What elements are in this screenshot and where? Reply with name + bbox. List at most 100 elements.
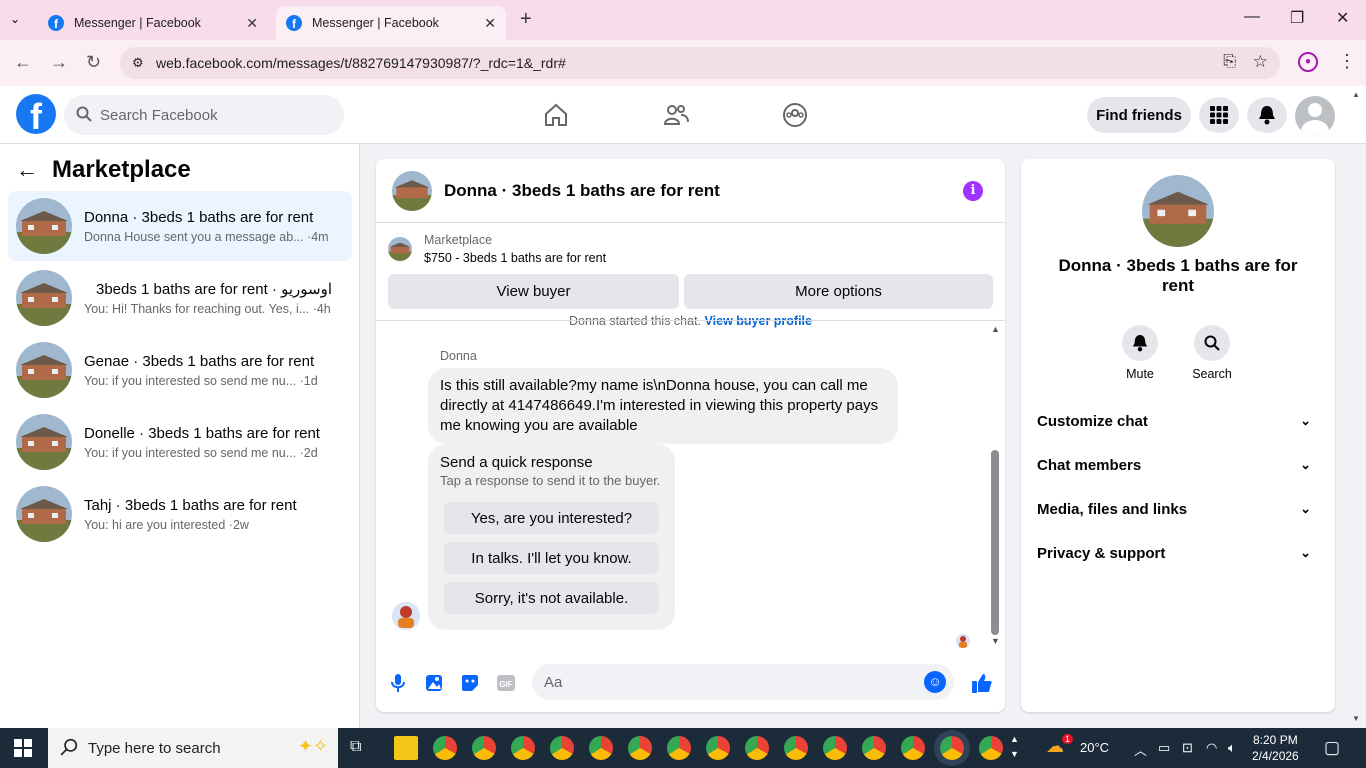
site-info-icon[interactable]: ⚙ (132, 55, 144, 71)
listing-details: $750 - 3beds 1 baths are for rent (424, 251, 607, 265)
customize-chat-section[interactable]: Customize chat ⌄ (1037, 401, 1319, 441)
sidebar-title: Marketplace (52, 156, 191, 183)
profile-icon[interactable]: ● (1298, 52, 1318, 72)
privacy-support-section[interactable]: Privacy & support ⌄ (1037, 533, 1319, 573)
facebook-search-input[interactable]: Search Facebook (64, 95, 344, 135)
back-icon[interactable]: ← (14, 52, 32, 73)
started-text: Donna started this chat. (569, 314, 702, 328)
tab-title: Messenger | Facebook (312, 16, 439, 30)
reload-icon[interactable]: ↻ (86, 52, 101, 73)
wifi-icon[interactable]: ◠ (1206, 740, 1217, 756)
more-options-button[interactable]: More options (684, 274, 993, 309)
chrome-profile-icon[interactable] (901, 736, 925, 760)
chrome-profile-icon[interactable] (628, 736, 652, 760)
view-buyer-profile-link[interactable]: View buyer profile (705, 314, 812, 328)
chrome-profile-icon[interactable] (784, 736, 808, 760)
media-files-links-section[interactable]: Media, files and links ⌄ (1037, 489, 1319, 529)
chrome-icon[interactable] (433, 736, 457, 760)
taskbar-search-input[interactable]: Type here to search ✦✧ (48, 728, 338, 768)
new-tab-icon[interactable]: + (520, 8, 532, 31)
chat-title[interactable]: Donna · 3beds 1 baths are for rent (444, 181, 720, 201)
volume-icon[interactable]: 🔈︎ (1228, 740, 1236, 756)
account-avatar[interactable] (1295, 96, 1335, 136)
show-hidden-icons-icon[interactable]: ︿ (1134, 740, 1147, 759)
device-icon[interactable]: ⊡ (1182, 740, 1193, 756)
address-bar[interactable]: ⚙ web.facebook.com/messages/t/8827691479… (120, 47, 1280, 79)
battery-icon[interactable]: ▭ (1158, 740, 1170, 756)
facebook-logo-icon[interactable]: f (16, 94, 56, 134)
windows-start-icon[interactable] (14, 739, 32, 757)
chrome-profile-icon[interactable] (472, 736, 496, 760)
scroll-down-icon[interactable]: ▼ (991, 636, 1000, 646)
close-window-icon[interactable]: ✕ (1336, 8, 1349, 28)
search-in-chat-button[interactable]: Search (1182, 325, 1242, 381)
page-scroll-down-icon[interactable]: ▼ (1352, 714, 1360, 723)
file-explorer-icon[interactable] (394, 736, 418, 760)
conversation-item[interactable]: Tahj · 3beds 1 baths are for rent You: hi… (8, 479, 352, 549)
groups-icon[interactable] (780, 100, 810, 130)
photo-icon[interactable] (422, 671, 446, 695)
info-icon[interactable]: i (963, 181, 983, 201)
svg-text:GIF: GIF (499, 680, 512, 689)
gif-icon[interactable]: GIF (494, 671, 518, 695)
conversation-title: Genae · 3beds 1 baths are for rent (84, 352, 315, 370)
quick-response-subtitle: Tap a response to send it to the buyer. (440, 473, 661, 488)
quick-response-button[interactable]: In talks. I'll let you know. (444, 542, 659, 574)
conversation-item[interactable]: Donna · 3beds 1 baths are for rent Donna … (8, 191, 352, 261)
taskbar-overflow-icon[interactable]: ▲ ▼ (1010, 732, 1019, 762)
microphone-icon[interactable] (386, 671, 410, 695)
sticker-icon[interactable] (458, 671, 482, 695)
message-bubble: Is this still available?my name is\nDonn… (428, 368, 898, 444)
marketplace-listing[interactable]: Marketplace $750 - 3beds 1 baths are for … (388, 233, 606, 265)
view-buyer-button[interactable]: View buyer (388, 274, 679, 309)
chrome-profile-icon[interactable] (862, 736, 886, 760)
thumbs-up-icon[interactable] (970, 671, 994, 695)
scroll-up-icon[interactable]: ▲ (991, 324, 1000, 334)
quick-response-button[interactable]: Sorry, it's not available. (444, 582, 659, 614)
notifications-bell-icon[interactable] (1247, 97, 1287, 133)
page-scroll-up-icon[interactable]: ▲ (1352, 90, 1360, 99)
chrome-profile-icon[interactable] (745, 736, 769, 760)
chrome-profile-icon[interactable] (667, 736, 691, 760)
system-clock[interactable]: 8:20 PM 2/4/2026 (1252, 732, 1299, 764)
minimize-icon[interactable]: — (1244, 8, 1260, 26)
quick-response-button[interactable]: Yes, are you interested? (444, 502, 659, 534)
chat-avatar[interactable] (392, 170, 432, 211)
browser-tab-active[interactable]: f Messenger | Facebook ✕ (276, 6, 506, 40)
bookmark-star-icon[interactable]: ☆ (1253, 52, 1268, 72)
mute-button[interactable]: Mute (1110, 325, 1170, 381)
browser-tab[interactable]: f Messenger | Facebook ✕ (38, 6, 268, 40)
chrome-profile-icon-active[interactable] (940, 736, 964, 760)
emoji-icon[interactable]: ☺ (924, 671, 946, 693)
tab-close-icon[interactable]: ✕ (246, 15, 258, 32)
task-view-icon[interactable]: ⧉ (350, 738, 361, 756)
tab-list-dropdown-icon[interactable]: ⌄ (10, 12, 20, 26)
chat-scrollbar[interactable]: ▲ ▼ (989, 324, 1001, 649)
chat-members-section[interactable]: Chat members ⌄ (1037, 445, 1319, 485)
conversation-item[interactable]: Donelle · 3beds 1 baths are for rent You:… (8, 407, 352, 477)
browser-menu-icon[interactable]: ⋮ (1338, 51, 1356, 72)
chrome-profile-icon[interactable] (589, 736, 613, 760)
find-friends-button[interactable]: Find friends (1087, 97, 1191, 133)
notification-center-icon[interactable]: ▢ (1324, 738, 1340, 758)
home-icon[interactable] (541, 100, 571, 130)
chrome-profile-icon[interactable] (706, 736, 730, 760)
back-arrow-icon[interactable]: ← (16, 157, 38, 183)
conversation-item[interactable]: 3beds 1 baths are for rent · اوسوريو You:… (8, 263, 352, 333)
conversation-preview: You: if you interested so send me nu... … (84, 445, 318, 460)
chrome-profile-icon[interactable] (823, 736, 847, 760)
temperature[interactable]: 20°C (1080, 740, 1109, 755)
sender-avatar (392, 602, 420, 630)
restore-icon[interactable]: ❐ (1290, 8, 1304, 28)
install-app-icon[interactable]: ⎘ (1223, 53, 1236, 71)
friends-icon[interactable] (661, 100, 691, 130)
conversation-item[interactable]: Genae · 3beds 1 baths are for rent You: i… (8, 335, 352, 405)
menu-grid-icon[interactable] (1199, 97, 1239, 133)
forward-icon[interactable]: → (50, 52, 68, 73)
chrome-profile-icon[interactable] (550, 736, 574, 760)
tab-close-icon[interactable]: ✕ (484, 15, 496, 32)
chrome-profile-icon[interactable] (511, 736, 535, 760)
message-input[interactable]: Aa ☺ (532, 664, 954, 700)
search-icon (76, 106, 92, 122)
chrome-profile-icon[interactable] (979, 736, 1003, 760)
